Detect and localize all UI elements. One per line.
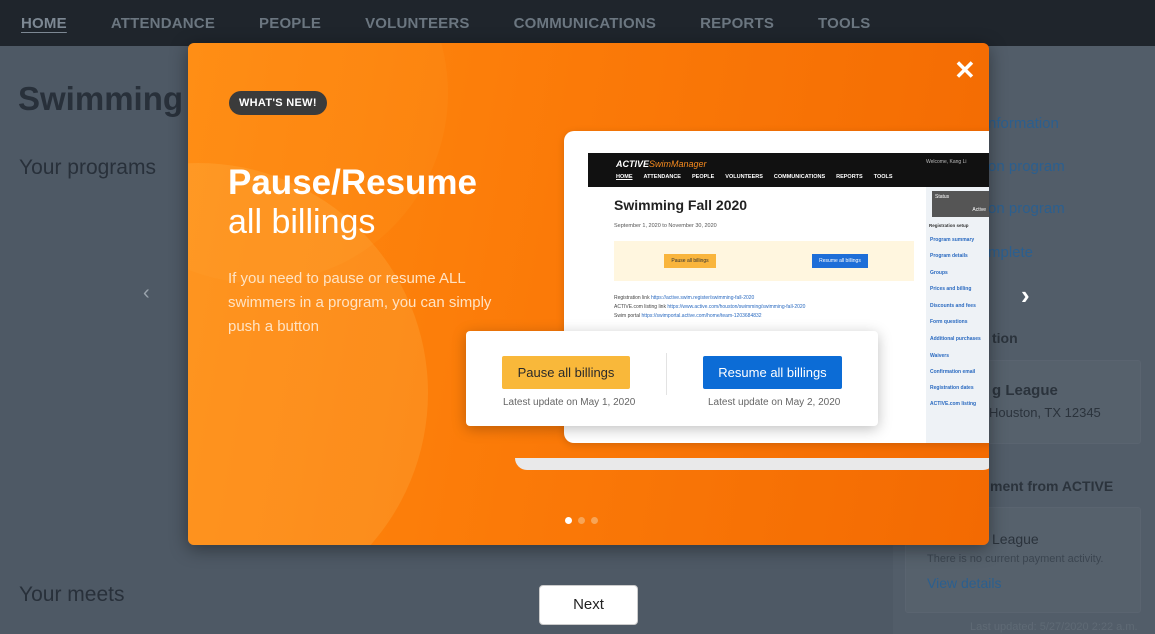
modal-subtitle: all billings	[228, 203, 376, 241]
meets-heading: Your meets	[19, 583, 125, 606]
preview-heading: Swimming Fall 2020	[614, 197, 748, 213]
nav-items: HOME ATTENDANCE PEOPLE VOLUNTEERS COMMUN…	[21, 15, 914, 32]
preview-status-value: Active	[972, 207, 986, 213]
modal-description: If you need to pause or resume ALL swimm…	[228, 270, 492, 335]
preview-dates: September 1, 2020 to November 30, 2020	[614, 223, 717, 229]
billing-popup-card: Pause all billings Latest update on May …	[466, 331, 878, 426]
preview-nav-item: VOLUNTEERS	[725, 174, 763, 180]
preview-listing-link: ACTIVE.com listing link https://www.acti…	[614, 304, 805, 310]
preview-portal-link: Swim portal https://swimportal.active.co…	[614, 313, 762, 319]
pause-all-billings-button[interactable]: Pause all billings	[502, 356, 630, 389]
side-org-name: g League	[992, 382, 1058, 399]
slide-dot[interactable]	[591, 517, 598, 524]
nav-volunteers[interactable]: VOLUNTEERS	[365, 15, 470, 32]
side-no-activity: There is no current payment activity.	[927, 553, 1104, 565]
side-link-complete[interactable]: mplete	[988, 244, 1033, 261]
whats-new-modal: WHAT'S NEW! Pause/Resume all billings If…	[188, 43, 989, 545]
nav-communications[interactable]: COMMUNICATIONS	[514, 15, 657, 32]
nav-home[interactable]: HOME	[21, 15, 67, 32]
preview-brand-prefix: ACTIVE	[616, 159, 650, 169]
preview-side-item: ACTIVE.com listing	[930, 401, 977, 407]
nav-tools[interactable]: TOOLS	[818, 15, 870, 32]
preview-nav-item: COMMUNICATIONS	[773, 174, 826, 180]
laptop-base	[515, 458, 989, 470]
preview-welcome: Welcome, Kang Li	[926, 159, 967, 165]
pause-latest-update: Latest update on May 1, 2020	[503, 397, 636, 408]
preview-status-label: Status	[935, 194, 950, 200]
preview-portal-link-url: https://swimportal.active.com/home/team-…	[641, 313, 762, 319]
preview-side-item: Waivers	[930, 353, 949, 359]
preview-navbar: ACTIVESwimManager Welcome, Kang Li HOME …	[588, 153, 989, 187]
side-section-info: tion	[992, 330, 1018, 346]
slide-dot[interactable]	[578, 517, 585, 524]
preview-sidebar: Status Active Registration setup Program …	[926, 187, 989, 443]
card-divider	[666, 353, 667, 395]
page-title: Swimming	[18, 80, 184, 117]
preview-side-item: Program summary	[930, 237, 975, 243]
preview-pause-button: Pause all billings	[664, 254, 716, 268]
preview-side-item: Confirmation email	[930, 369, 976, 375]
preview-portal-link-label: Swim portal	[614, 313, 641, 319]
preview-brand: ACTIVESwimManager	[616, 159, 707, 169]
side-view-details[interactable]: View details	[927, 575, 1001, 591]
preview-side-item: Additional purchases	[930, 336, 981, 342]
preview-reg-link-label: Registration link	[614, 295, 650, 301]
side-link-program-1[interactable]: on program	[988, 158, 1065, 175]
whats-new-badge: WHAT'S NEW!	[229, 91, 327, 115]
preview-nav-item: HOME	[616, 174, 633, 180]
nav-attendance[interactable]: ATTENDANCE	[111, 15, 215, 32]
close-icon[interactable]: ✕	[954, 55, 976, 86]
nav-people[interactable]: PEOPLE	[259, 15, 321, 32]
preview-status: Status Active	[932, 191, 989, 217]
preview-side-item: Registration dates	[930, 385, 974, 391]
preview-side-item: Prices and billing	[930, 286, 972, 292]
preview-brand-suffix: SwimManager	[649, 159, 707, 169]
side-link-information[interactable]: nformation	[988, 115, 1059, 132]
nav-reports[interactable]: REPORTS	[700, 15, 774, 32]
preview-nav: HOME ATTENDANCE PEOPLE VOLUNTEERS COMMUN…	[616, 174, 893, 180]
side-last-updated: Last updated: 5/27/2020 2:22 a.m.	[970, 621, 1138, 633]
preview-side-item: Groups	[930, 270, 948, 276]
preview-side-item: Form questions	[930, 319, 968, 325]
preview-listing-link-label: ACTIVE.com listing link	[614, 304, 666, 310]
preview-side-item: Discounts and fees	[930, 303, 976, 309]
side-link-program-2[interactable]: on program	[988, 200, 1065, 217]
slide-indicators	[565, 517, 598, 524]
preview-reg-link-url: https://active.swim.register/swimming-fa…	[650, 295, 755, 301]
top-nav: HOME ATTENDANCE PEOPLE VOLUNTEERS COMMUN…	[0, 0, 1155, 46]
preview-reg-link: Registration link https://active.swim.re…	[614, 295, 754, 301]
preview-billing-box: Pause all billings Resume all billings	[614, 241, 914, 281]
preview-listing-link-url: https://www.active.com/houston/swimming/…	[667, 304, 806, 310]
preview-nav-item: TOOLS	[873, 174, 893, 180]
chevron-right-icon[interactable]: ›	[1021, 280, 1030, 311]
preview-setup-label: Registration setup	[929, 223, 969, 228]
programs-heading: Your programs	[19, 156, 156, 179]
side-org-name-2: League	[992, 531, 1039, 547]
resume-latest-update: Latest update on May 2, 2020	[708, 397, 841, 408]
next-button[interactable]: Next	[539, 585, 638, 625]
modal-title: Pause/Resume	[228, 163, 478, 202]
side-section-payment: ment from ACTIVE	[990, 478, 1114, 494]
chevron-left-icon[interactable]: ‹	[143, 282, 150, 305]
side-org-address: Houston, TX 12345	[989, 405, 1101, 420]
slide-dot-active[interactable]	[565, 517, 572, 524]
preview-resume-button: Resume all billings	[812, 254, 868, 268]
preview-nav-item: REPORTS	[836, 174, 863, 180]
resume-all-billings-button[interactable]: Resume all billings	[703, 356, 842, 389]
preview-side-item: Program details	[930, 253, 968, 259]
preview-nav-item: ATTENDANCE	[643, 174, 681, 180]
preview-nav-item: PEOPLE	[691, 174, 715, 180]
